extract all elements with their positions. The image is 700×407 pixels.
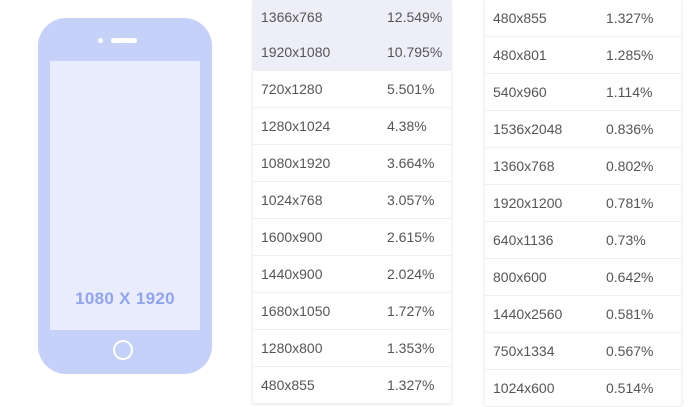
table-row[interactable]: 480x855 1.327% xyxy=(485,0,681,37)
table-row[interactable]: 800x600 0.642% xyxy=(485,259,681,296)
resolution-cell: 800x600 xyxy=(493,269,547,285)
percent-cell: 1.327% xyxy=(387,377,435,393)
resolution-cell: 1600x900 xyxy=(261,229,323,245)
table-row[interactable]: 1600x900 2.615% xyxy=(253,219,451,256)
table-row[interactable]: 1280x800 1.353% xyxy=(253,330,451,367)
phone-speaker-icon xyxy=(111,38,137,43)
resolution-cell: 1360x768 xyxy=(493,158,555,174)
resolution-cell: 1680x1050 xyxy=(261,303,331,319)
resolution-cell: 1024x600 xyxy=(493,380,555,396)
table-row[interactable]: 1360x768 0.802% xyxy=(485,148,681,185)
percent-cell: 4.38% xyxy=(387,118,427,134)
resolution-cell: 540x960 xyxy=(493,84,547,100)
percent-cell: 10.795% xyxy=(387,44,443,60)
table-row[interactable]: 750x1334 0.567% xyxy=(485,333,681,370)
phone-screen-resolution-label: 1080 X 1920 xyxy=(75,289,175,308)
percent-cell: 0.836% xyxy=(606,121,654,137)
resolution-cell: 1080x1920 xyxy=(261,155,331,171)
table-row[interactable]: 1366x768 12.549% xyxy=(253,0,451,34)
table-row[interactable]: 480x801 1.285% xyxy=(485,37,681,74)
resolution-cell: 1440x2560 xyxy=(493,306,563,322)
table-row[interactable]: 720x1280 5.501% xyxy=(253,71,451,108)
percent-cell: 2.024% xyxy=(387,266,435,282)
resolution-cell: 640x1136 xyxy=(493,232,554,248)
resolution-table-left: 1366x768 12.549% 1920x1080 10.795% 720x1… xyxy=(253,0,451,404)
resolution-cell: 1366x768 xyxy=(261,8,323,25)
phone-camera-icon xyxy=(98,38,103,43)
resolution-cell: 480x801 xyxy=(493,47,547,63)
table-row[interactable]: 480x855 1.327% xyxy=(253,367,451,404)
resolution-cell: 720x1280 xyxy=(261,81,323,97)
table-row[interactable]: 1280x1024 4.38% xyxy=(253,108,451,145)
percent-cell: 0.567% xyxy=(606,343,654,359)
percent-cell: 3.664% xyxy=(387,155,435,171)
resolution-cell: 1280x800 xyxy=(261,340,323,356)
resolution-cell: 750x1334 xyxy=(493,343,555,359)
resolution-cell: 1536x2048 xyxy=(493,121,563,137)
table-row[interactable]: 1680x1050 1.727% xyxy=(253,293,451,330)
resolution-cell: 480x855 xyxy=(261,377,315,393)
percent-cell: 3.057% xyxy=(387,192,435,208)
percent-cell: 0.581% xyxy=(606,306,654,322)
percent-cell: 12.549% xyxy=(387,8,443,25)
percent-cell: 2.615% xyxy=(387,229,435,245)
resolution-cell: 1024x768 xyxy=(261,192,323,208)
table-row[interactable]: 1536x2048 0.836% xyxy=(485,111,681,148)
resolution-cell: 1440x900 xyxy=(261,266,323,282)
percent-cell: 0.642% xyxy=(606,269,654,285)
table-row[interactable]: 1920x1080 10.795% xyxy=(253,34,451,71)
phone-home-button-icon xyxy=(113,340,133,360)
percent-cell: 1.285% xyxy=(606,47,654,63)
table-row[interactable]: 1440x900 2.024% xyxy=(253,256,451,293)
percent-cell: 1.727% xyxy=(387,303,435,319)
table-row[interactable]: 1024x600 0.514% xyxy=(485,370,681,407)
percent-cell: 5.501% xyxy=(387,81,435,97)
resolution-cell: 480x855 xyxy=(493,10,547,26)
table-row[interactable]: 1920x1200 0.781% xyxy=(485,185,681,222)
table-row[interactable]: 1080x1920 3.664% xyxy=(253,145,451,182)
resolution-cell: 1920x1200 xyxy=(493,195,563,211)
percent-cell: 0.73% xyxy=(606,232,646,248)
resolution-table-right: 480x855 1.327% 480x801 1.285% 540x960 1.… xyxy=(485,0,681,407)
table-row[interactable]: 1024x768 3.057% xyxy=(253,182,451,219)
phone-illustration: 1080 X 1920 xyxy=(38,18,212,374)
table-row[interactable]: 640x1136 0.73% xyxy=(485,222,681,259)
percent-cell: 0.781% xyxy=(606,195,654,211)
resolution-cell: 1280x1024 xyxy=(261,118,331,134)
percent-cell: 1.353% xyxy=(387,340,435,356)
percent-cell: 1.327% xyxy=(606,10,654,26)
table-row[interactable]: 540x960 1.114% xyxy=(485,74,681,111)
resolution-cell: 1920x1080 xyxy=(261,44,331,60)
table-row[interactable]: 1440x2560 0.581% xyxy=(485,296,681,333)
percent-cell: 0.514% xyxy=(606,380,654,396)
percent-cell: 1.114% xyxy=(606,84,653,100)
percent-cell: 0.802% xyxy=(606,158,654,174)
